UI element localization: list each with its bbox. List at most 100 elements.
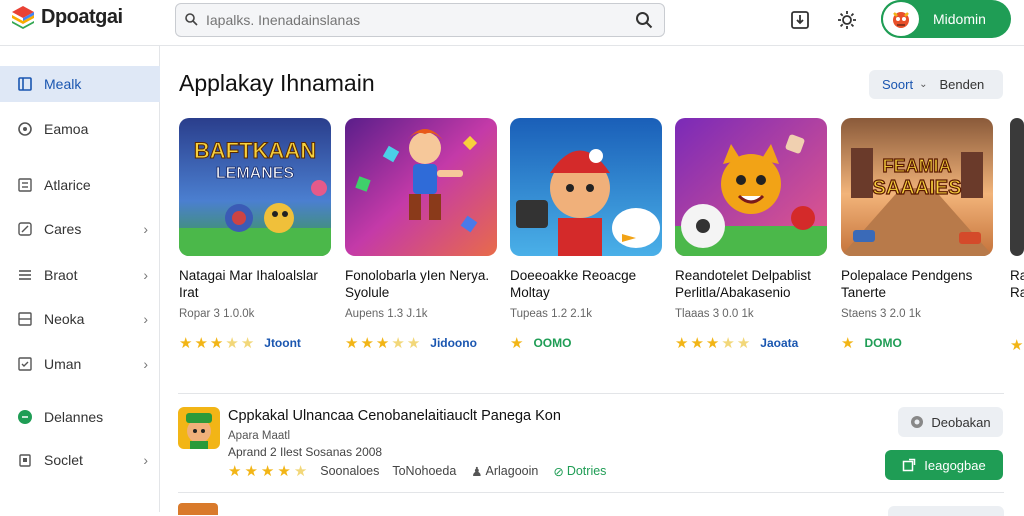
app-card[interactable]: Doeeoakke Reoacge Moltay Tupeas 1.2 2.1k… [510,118,662,352]
install-label: Ieagogbae [924,457,986,473]
list-item-meta: ★ ★ ★ ★ ★ Soonaloes ToNohoeda ♟ Arlagooin ⊘ … [228,462,606,480]
sidebar-item-neoka[interactable]: Neoka › [0,301,160,337]
sidebar-item-label: Uman [44,356,82,372]
sidebar-item-home[interactable]: Mealk [0,66,160,102]
gamepad-icon [16,120,34,138]
download-icon [791,11,809,29]
app-logo[interactable]: Dpoatgai [10,4,123,30]
star-icon: ★ [690,335,704,352]
star-icon: ★ [510,335,524,352]
page-title: Applakay Ihnamain [179,70,375,96]
app-card[interactable]: Fonolobarla yIen Nerya. Syolule Aupens 1… [345,118,497,352]
app-meta: Tupeas 1.2 2.1k [510,308,593,320]
star-half-icon: ★ [293,463,308,480]
download-button[interactable] [789,9,811,31]
list-item-title: Cppkakal Ulnancaa Cenobanelaitiauclt Pan… [228,408,561,424]
app-rating: ★ ★ ★ ★ ★ Jtoont [179,334,331,352]
star-icon: ★ [360,335,374,352]
app-thumbnail [675,118,827,256]
app-title: Polepalace Pendgens Tanerte [841,268,973,300]
list-item-detail: Aprand 2 Ilest Sosanas 2008 [228,445,383,459]
sidebar-item-label: Eamoa [44,121,89,137]
sidebar-item-games[interactable]: Eamoa [0,111,160,147]
star-icon: ★ [194,335,208,352]
sidebar-item-cares[interactable]: Cares › [0,211,160,247]
install-icon [903,458,916,472]
app-card[interactable]: FEAMIA SAAAIES Polepalace Pendgens Taner… [841,118,993,352]
meta-author: Arlagooin [485,464,539,478]
app-thumbnail [345,118,497,256]
app-card[interactable]: BAFTKAAN LEMANES Natagai Mar Ihaloalslar… [179,118,331,352]
star-icon: ★ [705,335,720,352]
chevron-right-icon: › [143,267,148,283]
app-title: Ra Ra [1010,268,1024,300]
app-title: Reandotelet Delpablist Perlitla/Abakasen… [675,268,811,300]
app-title: Natagai Mar Ihaloalslar Irat [179,268,318,300]
app-name: Dpoatgai [41,5,123,28]
info-icon [911,416,924,428]
rating-label: OOMO [533,336,572,350]
rating-label: Jaoata [760,336,799,350]
app-card[interactable]: Reandotelet Delpablist Perlitla/Abakasen… [675,118,827,352]
sort-label: Soort [882,77,914,92]
star-half-icon: ★ [721,335,735,352]
list-item[interactable]: Cppkakal Ulnancaa Cenobanelaitiauclt Pan… [178,404,1004,488]
sidebar-item-label: Neoka [44,311,85,327]
sidebar-item-apps[interactable]: Atlarice [0,167,160,203]
notifications-button[interactable] [836,9,858,31]
sidebar-item-uman[interactable]: Uman › [0,346,160,382]
sidebar-item-label: Delannes [44,409,104,425]
chevron-down-icon: ⌄ [919,79,928,90]
star-icon: ★ [345,335,359,352]
sidebar-item-label: Cares [44,221,82,237]
avatar [881,0,921,38]
app-meta: Aupens 1.3 J.1k [345,308,428,320]
sidebar-item-braot[interactable]: Braot › [0,257,160,293]
app-title: Doeeoakke Reoacge Moltay [510,268,637,300]
install-button[interactable]: Ieagogbae [885,450,1003,480]
rating-label: Jtoont [264,336,301,350]
section-divider [178,393,1004,394]
meta-text: Soonaloes [320,464,380,478]
sidebar-item-label: Soclet [44,452,83,468]
star-icon: ★ [179,335,193,352]
sidebar-item-label: Mealk [44,76,82,92]
search-input[interactable] [206,12,624,28]
secondary-action-button[interactable]: Deobakan [898,407,1003,437]
star-icon: ★ [244,463,258,480]
star-half-icon: ★ [406,335,421,352]
top-bar: Dpoatgai Midomin [0,0,1024,46]
search-submit-button[interactable] [624,4,664,36]
app-meta: Staens 3 2.0 1k [841,308,921,320]
sidebar-item-delannes[interactable]: Delannes [0,399,160,435]
chevron-right-icon: › [143,221,148,237]
account-name: Midomin [933,11,986,27]
search-bar[interactable] [175,3,665,37]
star-half-icon: ★ [240,335,255,352]
list-icon [16,266,34,284]
chat-icon [16,408,34,426]
app-rating: ★ DOMO [841,334,993,352]
star-icon: ★ [209,335,224,352]
sort-dropdown[interactable]: Soort ⌄ Benden [869,70,1003,99]
checkbox-icon [16,355,34,373]
star-half-icon: ★ [225,335,239,352]
star-icon: ★ [260,463,275,480]
section-divider [178,492,1004,493]
thumbnail-subtitle: SAAAIES [873,177,962,199]
user-icon: ♟ [471,464,483,479]
secondary-action-button-partial[interactable] [888,506,1004,516]
account-button[interactable]: Midomin [881,0,1011,38]
app-thumbnail [510,118,662,256]
chevron-right-icon: › [143,311,148,327]
sidebar: Mealk Eamoa Atlarice Cares › Braot › Neo… [0,46,160,512]
edit-icon [16,220,34,238]
app-rating: ★ ★ ★ ★ ★ Jaoata [675,334,827,352]
app-rating: ★ [1010,336,1024,354]
sidebar-item-soclet[interactable]: Soclet › [0,442,160,478]
app-card[interactable]: Ra Ra ★ [1010,118,1024,354]
rating-label: Jidoono [430,336,477,350]
list-item-thumbnail-partial [178,503,218,515]
app-thumbnail: BAFTKAAN LEMANES [179,118,331,256]
star-icon: ★ [1010,337,1024,354]
